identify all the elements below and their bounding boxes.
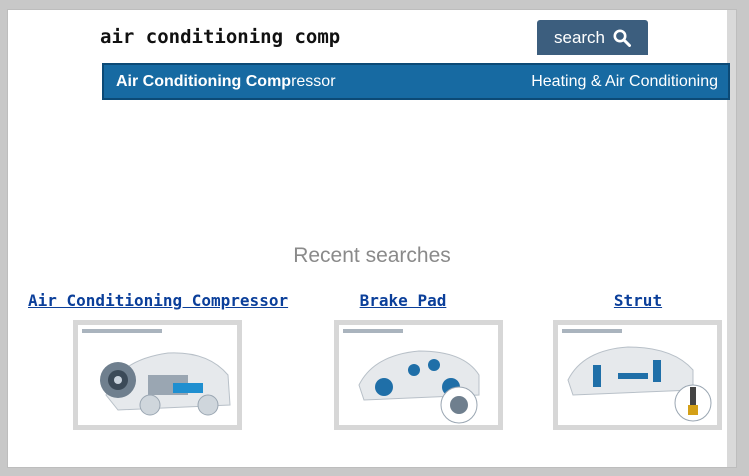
recent-searches-title: Recent searches [293, 244, 451, 267]
recent-item-strut: Strut [568, 291, 708, 310]
suggestion-category: Heating & Air Conditioning [531, 72, 718, 90]
search-button[interactable]: search [537, 20, 648, 55]
suggestion-text: Air Conditioning Compressor [116, 73, 336, 91]
recent-link-brake-pad[interactable]: Brake Pad [328, 291, 478, 310]
search-input[interactable] [98, 20, 536, 54]
car-diagram-icon [343, 329, 480, 424]
strut-diagram-thumbnail[interactable] [553, 320, 722, 430]
ac-compressor-diagram-thumbnail[interactable] [73, 320, 242, 430]
autocomplete-suggestion[interactable]: Air Conditioning Compressor Heating & Ai… [102, 63, 730, 100]
brake-pad-diagram-thumbnail[interactable] [334, 320, 503, 430]
page-frame: search Air Conditioning Compressor Heati… [7, 9, 737, 468]
suggestion-rest: ressor [291, 72, 336, 90]
search-button-label: search [553, 27, 606, 47]
car-diagram-icon [82, 329, 231, 416]
magnifier-icon [613, 29, 632, 47]
car-diagram-icon [562, 329, 712, 422]
recent-link-strut[interactable]: Strut [568, 291, 708, 310]
recent-item-brake-pad: Brake Pad [328, 291, 478, 310]
suggestion-match: Air Conditioning Comp [116, 72, 292, 90]
recent-item-ac-compressor: Air Conditioning Compressor [28, 291, 288, 310]
recent-link-ac-compressor[interactable]: Air Conditioning Compressor [28, 291, 288, 310]
